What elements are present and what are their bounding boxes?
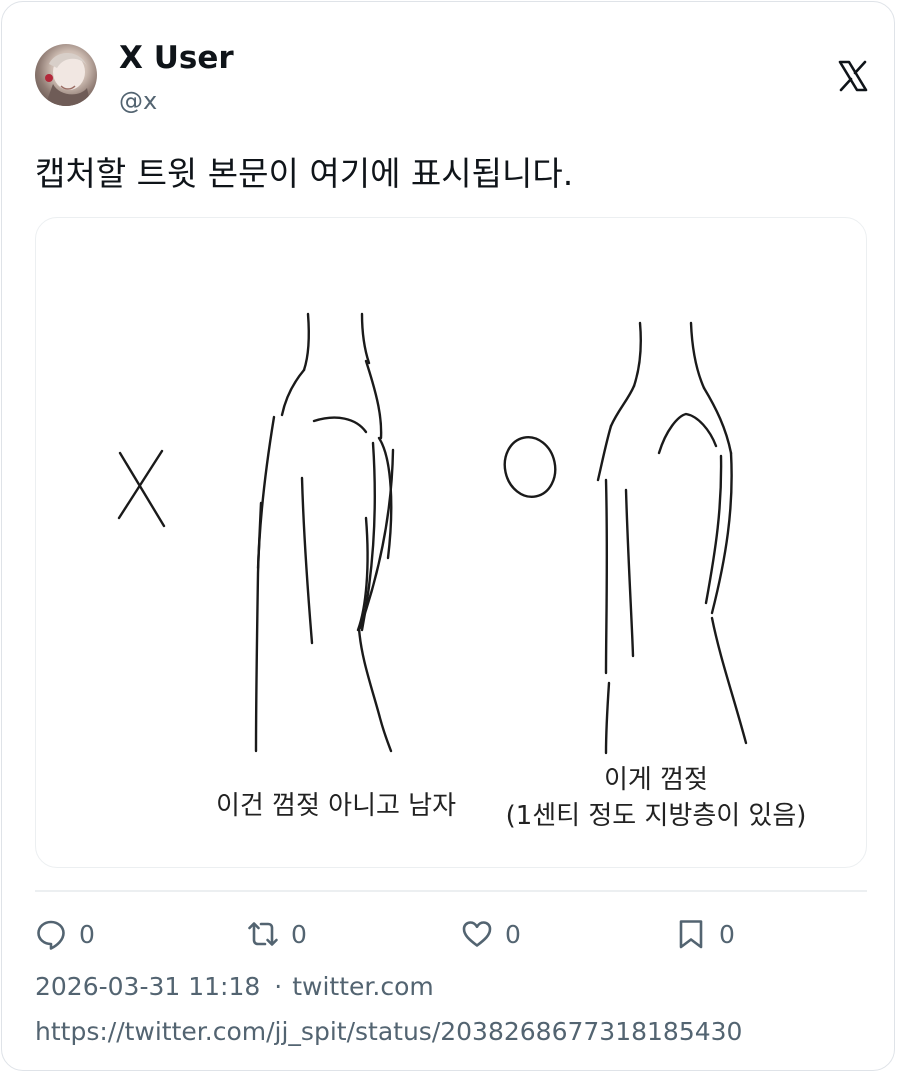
retweet-count: 0 — [291, 919, 307, 949]
tweet-media[interactable]: 이건 껌젖 아니고 남자 이게 껌젖 (1센티 정도 지방층이 있음) — [35, 217, 867, 868]
reply-button[interactable]: 0 — [35, 914, 95, 954]
tweet-card: X User @x 캡처할 트윗 본문이 여기에 표시됩니다. 이건 껌젖 아니… — [1, 1, 895, 1071]
like-count: 0 — [505, 919, 521, 949]
tweet-text: 캡처할 트윗 본문이 여기에 표시됩니다. — [35, 154, 574, 193]
profile-avatar-icon — [45, 53, 91, 106]
tweet-url[interactable]: https://twitter.com/jj_spit/status/20382… — [35, 1017, 742, 1046]
timestamp[interactable]: 2026-03-31 11:18 — [35, 972, 260, 1001]
heart-icon — [462, 921, 492, 947]
x-mark — [118, 451, 166, 528]
tweet-meta: 2026-03-31 11:18 · twitter.com — [35, 972, 434, 1001]
retweet-button[interactable]: 0 — [247, 914, 307, 954]
retweet-icon — [248, 922, 278, 946]
user-handle[interactable]: @x — [119, 87, 157, 115]
bookmark-icon — [679, 920, 703, 949]
caption-right-line1: 이게 껌젖 — [604, 765, 708, 795]
meta-separator: · — [274, 972, 283, 1001]
divider — [35, 890, 867, 892]
reply-icon — [37, 920, 65, 950]
source-link[interactable]: twitter.com — [292, 972, 434, 1001]
caption-left: 이건 껌젖 아니고 남자 — [215, 791, 457, 821]
caption-right-line2: (1센티 정도 지방층이 있음) — [505, 801, 807, 831]
bookmark-count: 0 — [719, 919, 735, 949]
display-name[interactable]: X User — [119, 40, 234, 76]
left-figure — [302, 312, 310, 372]
like-button[interactable]: 0 — [461, 914, 521, 954]
bookmark-button[interactable]: 0 — [675, 914, 735, 954]
o-mark — [503, 435, 557, 499]
right-figure — [632, 321, 642, 388]
reply-count: 0 — [79, 919, 95, 949]
avatar[interactable] — [35, 44, 97, 106]
x-logo-icon[interactable] — [838, 60, 868, 92]
